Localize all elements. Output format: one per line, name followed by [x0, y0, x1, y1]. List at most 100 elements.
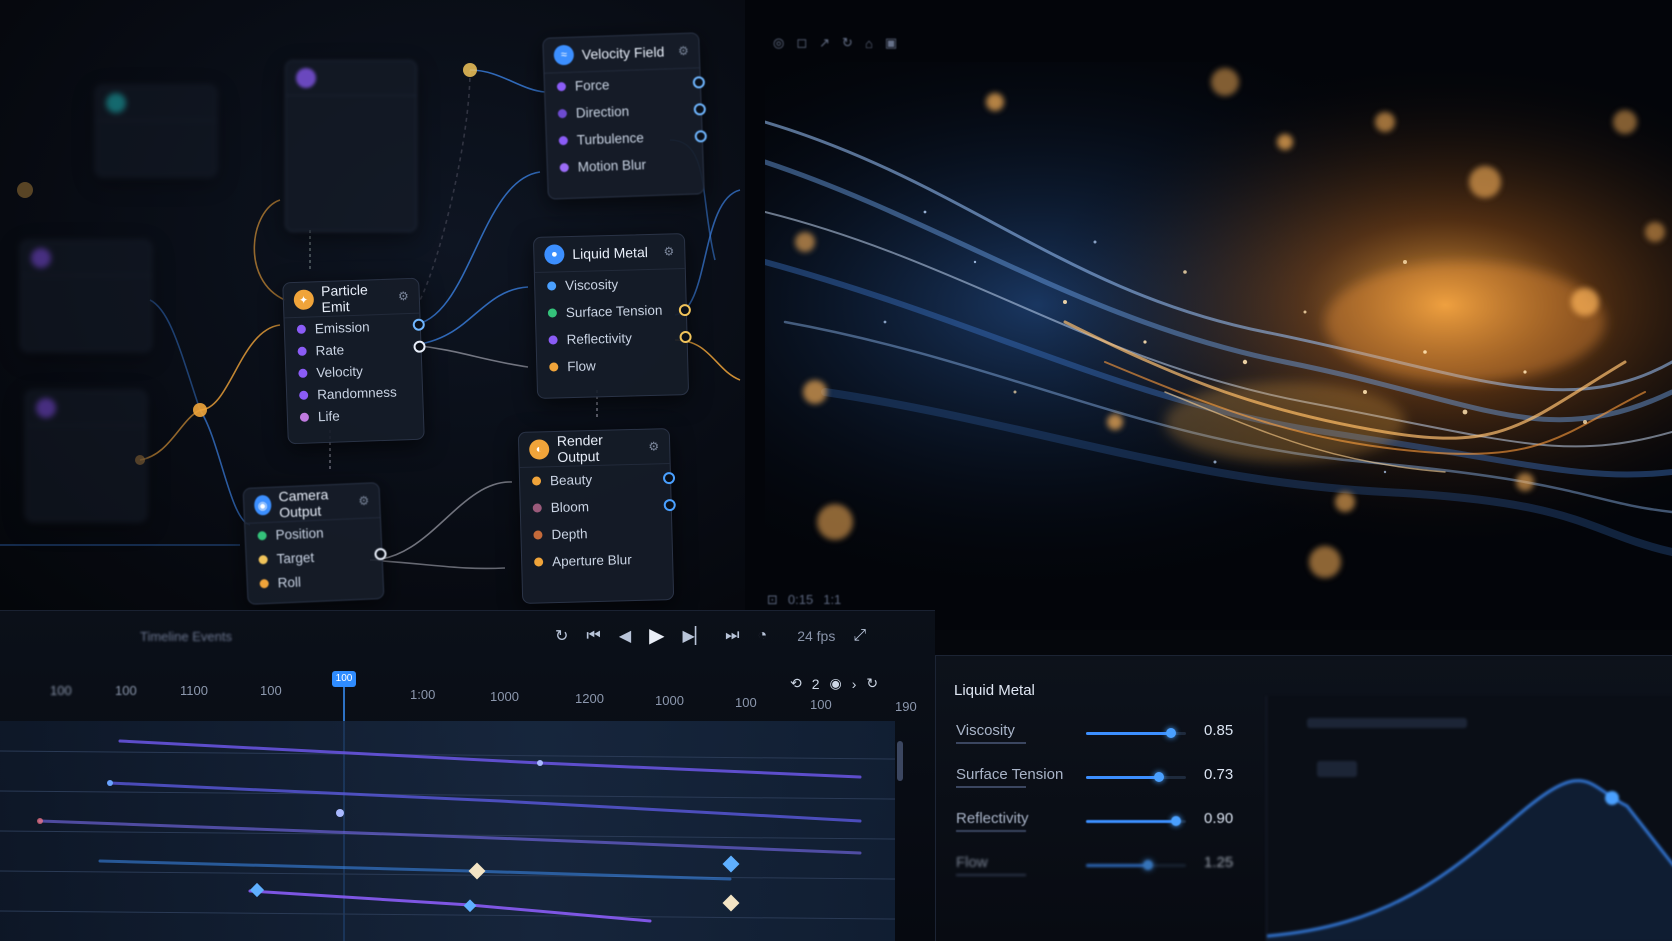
reflectivity-slider[interactable] [1086, 816, 1186, 826]
node-settings-icon[interactable]: ⚙ [398, 289, 409, 303]
node-velocity-field[interactable]: ≈ Velocity Field ⚙ Force Direction Turbu… [542, 32, 707, 200]
tool-undo-icon[interactable]: ⟲ [790, 675, 802, 692]
play-button[interactable]: ▶ [649, 623, 664, 648]
port-label: Velocity [316, 363, 364, 380]
viscosity-slider[interactable] [1086, 728, 1186, 738]
ruler-tick: 100 [810, 697, 832, 712]
node-liquid-metal[interactable]: ● Liquid Metal ⚙ Viscosity Surface Tensi… [532, 233, 692, 399]
viewport-tool-icon[interactable]: ↗ [819, 35, 830, 51]
output-socket[interactable] [662, 471, 676, 484]
surface-tension-slider[interactable] [1086, 772, 1186, 782]
port-depth[interactable]: Depth [521, 518, 672, 549]
node-particle-emit[interactable]: ✦ Particle Emit ⚙ Emission Rate Velocity… [282, 277, 426, 445]
port-flow[interactable]: Flow [537, 350, 688, 381]
step-back-icon[interactable]: ◀ [619, 626, 631, 646]
keyframe-point[interactable] [107, 780, 113, 786]
slider-knob[interactable] [1154, 772, 1164, 782]
property-reflectivity[interactable]: Reflectivity 0.90 [956, 810, 1233, 844]
viewport-tool-icon[interactable]: ▣ [885, 35, 897, 51]
skip-end-icon[interactable]: ⏭ [725, 627, 739, 645]
flow-slider[interactable] [1086, 860, 1186, 870]
slider-knob[interactable] [1166, 728, 1176, 738]
fps-selector[interactable]: 24 fps [797, 628, 835, 644]
viewport-tool-icon[interactable]: ◎ [773, 35, 784, 51]
property-surface-tension[interactable]: Surface Tension 0.73 [956, 766, 1233, 800]
port-viscosity[interactable]: Viscosity [535, 269, 686, 300]
keyframe-point[interactable] [37, 818, 43, 824]
tool-next-icon[interactable]: › [852, 676, 857, 692]
background-node-teal [95, 85, 217, 177]
port-dot [558, 135, 568, 146]
property-flow[interactable]: Flow 1.25 [956, 854, 1233, 888]
property-value[interactable]: 1.25 [1204, 854, 1233, 871]
properties-title: Liquid Metal [954, 682, 1035, 699]
record-icon[interactable]: ◔ [758, 627, 768, 645]
property-value[interactable]: 0.85 [1204, 722, 1233, 739]
tool-refresh-icon[interactable]: ↻ [866, 675, 878, 692]
loop-icon[interactable]: ↻ [555, 626, 568, 646]
timeline-scrollbar[interactable] [897, 741, 903, 781]
port-reflectivity[interactable]: Reflectivity [536, 323, 692, 354]
tool-track-count[interactable]: 2 [812, 676, 820, 692]
background-node-purple [285, 60, 417, 232]
port-dot [547, 281, 557, 291]
properties-panel[interactable]: Liquid Metal Viscosity 0.85 Surface Tens… [935, 655, 1672, 941]
curve-editor-panel[interactable] [1266, 696, 1672, 941]
output-socket[interactable] [694, 129, 707, 143]
curve-point[interactable] [1605, 791, 1619, 805]
skip-start-icon[interactable]: ⏮ [586, 627, 600, 645]
port-motion-blur[interactable]: Motion Blur [547, 149, 703, 181]
wind-icon: ≈ [553, 44, 575, 66]
ruler-tick: 1:00 [410, 687, 436, 702]
tool-visibility-icon[interactable]: ◉ [830, 675, 842, 692]
node-settings-icon[interactable]: ⚙ [663, 244, 674, 258]
viewport-tool-icon[interactable]: ◻ [796, 35, 807, 51]
render-viewport[interactable]: ◎ ◻ ↗ ↻ ⌂ ▣ ⊡ 0:15 1:1 [745, 0, 1672, 630]
timeline-header: Timeline Events ↻ ⏮ ◀ ▶ ▶▏ ⏭ ◔ 24 fps ⤢ [0, 611, 935, 661]
slider-knob[interactable] [1171, 816, 1181, 826]
property-underline [956, 874, 1026, 876]
output-socket[interactable] [679, 330, 692, 343]
node-settings-icon[interactable]: ⚙ [648, 439, 659, 453]
playhead-handle[interactable]: 100 [332, 671, 356, 687]
port-bloom[interactable]: Bloom [520, 491, 676, 522]
port-beauty[interactable]: Beauty [520, 464, 676, 495]
slider-knob[interactable] [1143, 860, 1153, 870]
step-forward-icon[interactable]: ▶▏ [683, 626, 708, 646]
viewport-tool-icon[interactable]: ⌂ [865, 36, 873, 51]
keyframe-tracks[interactable] [0, 721, 910, 941]
output-socket[interactable] [692, 75, 706, 89]
port-label: Emission [314, 318, 370, 336]
port-aperture-blur[interactable]: Aperture Blur [522, 545, 673, 576]
timeline-panel[interactable]: Timeline Events ↻ ⏮ ◀ ▶ ▶▏ ⏭ ◔ 24 fps ⤢ … [0, 610, 935, 941]
property-viscosity[interactable]: Viscosity 0.85 [956, 722, 1233, 756]
keyframe-point[interactable] [537, 760, 543, 766]
port-label: Surface Tension [565, 302, 663, 321]
node-icon [31, 248, 51, 268]
property-underline [956, 830, 1026, 832]
port-life[interactable]: Life [288, 402, 424, 429]
viewport-tool-icon[interactable]: ↻ [842, 35, 853, 51]
property-value[interactable]: 0.73 [1204, 766, 1233, 783]
node-settings-icon[interactable]: ⚙ [678, 44, 689, 58]
node-title: Particle Emit [320, 281, 369, 316]
node-camera-output[interactable]: ◉ Camera Output ⚙ Position Target Roll [242, 482, 387, 605]
tab-timeline-events[interactable]: Timeline Events [140, 629, 232, 644]
node-render-output[interactable]: ◐ Render Output ⚙ Beauty Bloom Depth Ape… [517, 428, 676, 604]
port-roll[interactable]: Roll [247, 566, 383, 596]
expand-icon[interactable]: ⤢ [853, 627, 866, 645]
output-socket[interactable] [693, 102, 707, 116]
port-label: Target [276, 549, 315, 567]
port-surface-tension[interactable]: Surface Tension [536, 296, 692, 327]
keyframe-point[interactable] [336, 809, 344, 817]
property-value[interactable]: 0.90 [1204, 810, 1233, 827]
node-graph-panel[interactable]: ≈ Velocity Field ⚙ Force Direction Turbu… [0, 0, 760, 610]
node-icon [106, 93, 126, 113]
node-title: Camera Output [278, 486, 329, 521]
port-dot [298, 368, 308, 378]
output-socket[interactable] [678, 303, 692, 316]
port-label: Flow [567, 358, 597, 375]
port-label: Viscosity [564, 276, 619, 294]
node-settings-icon[interactable]: ⚙ [358, 494, 369, 508]
output-socket[interactable] [663, 498, 676, 511]
